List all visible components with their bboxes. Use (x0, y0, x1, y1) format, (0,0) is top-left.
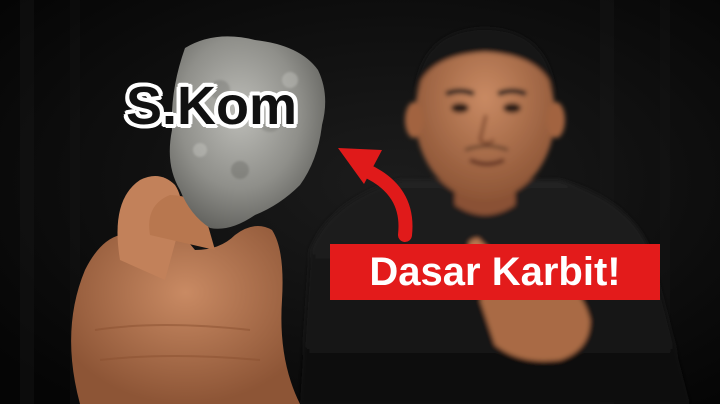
red-banner: Dasar Karbit! (330, 244, 660, 300)
thumbnail-scene: S.Kom Dasar Karbit! (0, 0, 720, 404)
banner-caption: Dasar Karbit! (369, 250, 621, 294)
top-caption: S.Kom (126, 76, 298, 136)
photo-background (0, 0, 720, 404)
